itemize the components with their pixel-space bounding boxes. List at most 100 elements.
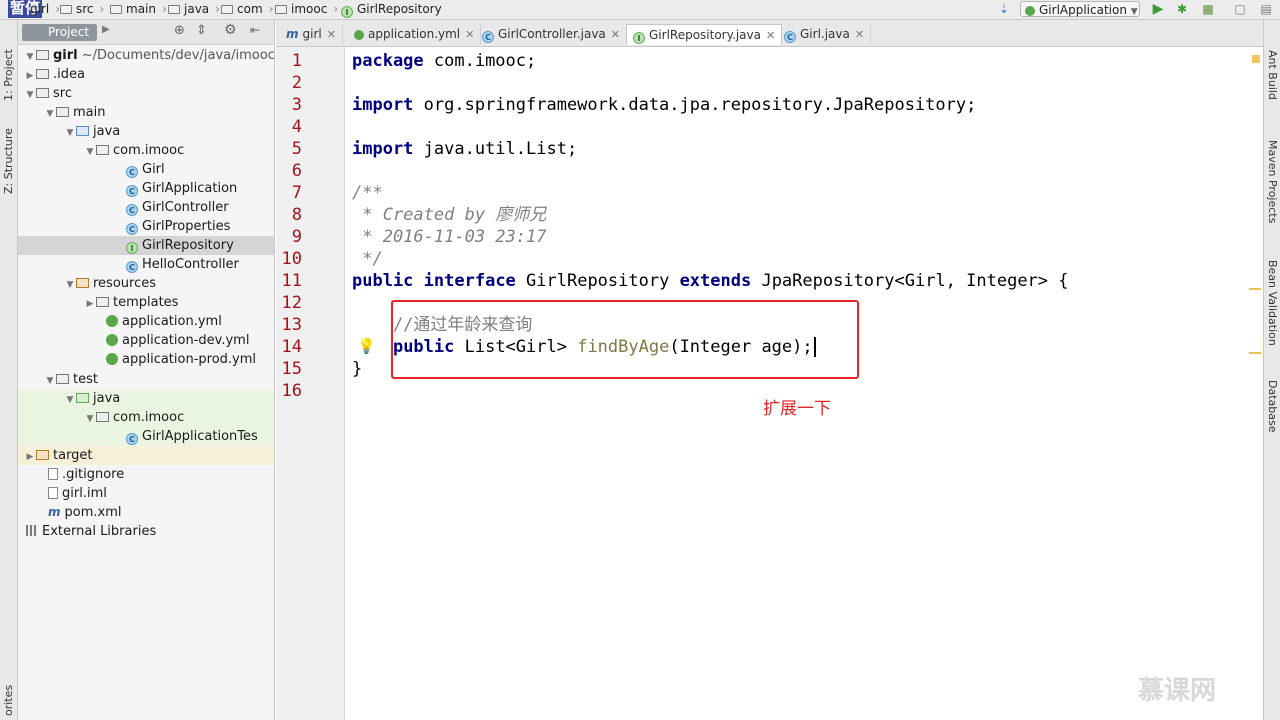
- tree-item-main[interactable]: ▼ main: [18, 103, 274, 122]
- tree-item-external-libraries[interactable]: External Libraries: [18, 522, 274, 541]
- test-folder-icon: [76, 393, 89, 403]
- folder-icon: [60, 5, 72, 14]
- sdk-icon[interactable]: ▢: [1232, 1, 1248, 17]
- tree-item-girlcontroller[interactable]: C GirlController: [18, 198, 274, 217]
- tree-item-application-yml[interactable]: application.yml: [18, 312, 274, 331]
- tab-favorites-tool[interactable]: orites: [0, 680, 17, 720]
- spring-boot-icon: [1025, 6, 1035, 16]
- annotation-highlight-box: [391, 300, 859, 379]
- interface-icon: I: [126, 242, 138, 254]
- class-icon: C: [126, 261, 138, 273]
- close-icon[interactable]: ✕: [465, 28, 474, 41]
- tab-girl[interactable]: m girl ✕: [280, 24, 343, 45]
- close-icon[interactable]: ✕: [611, 28, 620, 41]
- tree-item-girlapplicationtests[interactable]: C GirlApplicationTes: [18, 427, 274, 446]
- hide-panel-icon[interactable]: ⇤: [250, 23, 260, 37]
- tree-item-girl[interactable]: ▼ girl ~/Documents/dev/java/imooc/: [18, 46, 274, 65]
- error-stripe-marker[interactable]: [1249, 352, 1261, 354]
- spring-class-icon: C: [126, 185, 138, 197]
- tab-bean-validation[interactable]: Bean Validation: [1264, 260, 1280, 370]
- breadcrumb-girlrepository[interactable]: I GirlRepository: [341, 1, 442, 18]
- text-file-icon: [48, 468, 58, 480]
- folder-icon: [221, 5, 233, 14]
- sync-icon[interactable]: ⊕: [174, 23, 185, 38]
- tree-item-java[interactable]: ▼ java: [18, 122, 274, 141]
- folder-icon: [110, 5, 122, 14]
- collapse-all-icon[interactable]: ⇕: [196, 23, 207, 38]
- line-number: 14: [281, 337, 302, 357]
- folder-icon: [56, 107, 69, 117]
- tree-item-com-imooc[interactable]: ▼ com.imooc: [18, 141, 274, 160]
- folder-icon: [36, 88, 49, 98]
- tree-item-application-prod-yml[interactable]: application-prod.yml: [18, 350, 274, 369]
- error-stripe-marker[interactable]: [1249, 288, 1261, 290]
- line-number-gutter: 1 2 3 4 5 6 7 8 9 10 11 12 13 14 15 16: [276, 47, 345, 720]
- line-number: 6: [291, 161, 302, 181]
- tree-item-girlproperties[interactable]: C GirlProperties: [18, 217, 274, 236]
- tab-maven-projects[interactable]: Maven Projects: [1264, 140, 1280, 240]
- tree-item-idea[interactable]: ▶ .idea: [18, 65, 274, 84]
- vcs-update-icon[interactable]: ⇣: [996, 1, 1012, 17]
- class-icon: C: [126, 204, 138, 216]
- class-icon: C: [784, 31, 796, 43]
- breadcrumb-girl[interactable]: girl ›: [30, 1, 60, 18]
- tab-girlrepository-java[interactable]: I GirlRepository.java ✕: [626, 24, 783, 45]
- tree-item-test-java[interactable]: ▼ java: [18, 389, 274, 408]
- coverage-icon[interactable]: ▩: [1200, 1, 1216, 17]
- breadcrumb-com[interactable]: com ›: [221, 1, 273, 18]
- excluded-folder-icon: [36, 450, 49, 460]
- tree-item-hellocontroller[interactable]: C HelloController: [18, 255, 274, 274]
- close-icon[interactable]: ✕: [855, 28, 864, 41]
- folder-icon: [36, 69, 49, 79]
- breadcrumb-src[interactable]: src ›: [60, 1, 104, 18]
- code-line-3: import org.springframework.data.jpa.repo…: [352, 95, 977, 115]
- lightbulb-icon[interactable]: 💡: [357, 337, 376, 355]
- tree-item-src[interactable]: ▼ src: [18, 84, 274, 103]
- tab-project-tool[interactable]: 1: Project: [0, 42, 17, 108]
- tree-item-gitignore[interactable]: .gitignore: [18, 465, 274, 484]
- tree-item-templates[interactable]: ▶ templates: [18, 293, 274, 312]
- tree-item-pom-xml[interactable]: m pom.xml: [18, 503, 274, 522]
- tree-item-test[interactable]: ▼ test: [18, 370, 274, 389]
- folder-icon: [275, 5, 287, 14]
- structure-icon[interactable]: ▤: [1258, 1, 1274, 17]
- line-number: 10: [281, 249, 302, 269]
- tab-structure-tool[interactable]: Z: Structure: [0, 120, 17, 202]
- breadcrumb-imooc[interactable]: imooc ›: [275, 1, 338, 18]
- tree-item-girl-iml[interactable]: girl.iml: [18, 484, 274, 503]
- tab-ant-build[interactable]: Ant Build: [1264, 50, 1280, 120]
- annotation-note: 扩展一下: [763, 399, 831, 419]
- close-icon[interactable]: ✕: [327, 28, 336, 41]
- tree-item-resources[interactable]: ▼ resources: [18, 274, 274, 293]
- project-view-selector[interactable]: Project: [22, 24, 98, 41]
- line-number: 13: [281, 315, 302, 335]
- close-icon[interactable]: ✕: [766, 29, 775, 42]
- yaml-file-icon: [106, 353, 118, 365]
- breadcrumb-main[interactable]: main ›: [110, 1, 167, 18]
- tree-item-test-com-imooc[interactable]: ▼ com.imooc: [18, 408, 274, 427]
- tab-girl-java[interactable]: C Girl.java ✕: [778, 24, 872, 45]
- class-icon: C: [126, 223, 138, 235]
- line-number: 2: [291, 73, 302, 93]
- breadcrumb-java[interactable]: java ›: [168, 1, 220, 18]
- line-number: 15: [281, 359, 302, 379]
- tree-item-girlrepository[interactable]: I GirlRepository: [18, 236, 274, 255]
- tab-girlcontroller-java[interactable]: C GirlController.java ✕: [476, 24, 628, 45]
- tree-item-girlapplication[interactable]: C GirlApplication: [18, 179, 274, 198]
- gear-icon[interactable]: ⚙: [224, 22, 237, 38]
- tree-item-target[interactable]: ▶ target: [18, 446, 274, 465]
- run-icon[interactable]: ▶: [1150, 1, 1166, 17]
- line-number: 12: [281, 293, 302, 313]
- code-editor[interactable]: package com.imooc; import org.springfram…: [345, 47, 1260, 720]
- tree-item-girl-class[interactable]: C Girl: [18, 160, 274, 179]
- code-line-15: }: [352, 359, 363, 379]
- tab-application-yml[interactable]: application.yml ✕: [348, 24, 482, 45]
- chevron-down-icon: ▼: [1130, 7, 1138, 17]
- tab-database[interactable]: Database: [1264, 380, 1280, 450]
- run-configuration-select[interactable]: GirlApplication ▼: [1020, 1, 1140, 17]
- warning-stripe-icon[interactable]: [1252, 55, 1260, 63]
- chevron-right-icon[interactable]: ▶: [102, 24, 110, 35]
- line-number: 7: [291, 183, 302, 203]
- debug-icon[interactable]: ✱: [1174, 1, 1190, 17]
- tree-item-application-dev-yml[interactable]: application-dev.yml: [18, 331, 274, 350]
